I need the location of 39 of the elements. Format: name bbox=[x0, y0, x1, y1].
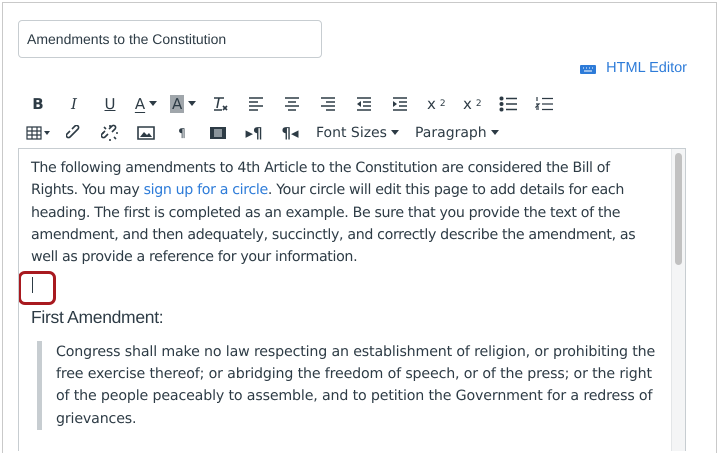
title-field[interactable]: Amendments to the Constitution bbox=[18, 20, 322, 58]
section-heading: First Amendment: bbox=[31, 306, 164, 329]
align-left-icon bbox=[248, 96, 264, 110]
table-icon bbox=[26, 126, 50, 140]
superscript-button[interactable]: x$^{2}$ bbox=[424, 92, 448, 116]
align-right-icon bbox=[320, 96, 336, 110]
sign-up-link[interactable]: sign up for a circle bbox=[144, 182, 268, 198]
text-color-button[interactable]: A bbox=[134, 92, 158, 116]
underline-button[interactable]: U bbox=[98, 92, 122, 116]
html-editor-link[interactable]: HTML Editor bbox=[606, 60, 687, 76]
bullet-list-icon bbox=[499, 96, 518, 112]
link-icon bbox=[66, 124, 82, 140]
text-cursor bbox=[32, 277, 33, 294]
italic-button[interactable]: I bbox=[62, 92, 86, 116]
film-icon bbox=[209, 126, 227, 140]
caret-icon bbox=[390, 130, 399, 135]
highlight-color-button[interactable]: A bbox=[170, 92, 196, 116]
right-to-left-button[interactable]: ¶◂ bbox=[278, 120, 302, 144]
image-icon bbox=[137, 126, 155, 140]
caret-icon bbox=[490, 130, 499, 135]
outdent-icon bbox=[356, 96, 372, 110]
caret-icon bbox=[188, 101, 196, 106]
align-center-icon bbox=[284, 96, 300, 110]
dropdown-button[interactable]: Font Sizes bbox=[316, 120, 399, 144]
color-letter: A bbox=[134, 94, 146, 112]
scrollbar-thumb[interactable] bbox=[675, 153, 682, 265]
quote-block: Congress shall make no law respecting an establishment of religion, or prohibiting the free exercise thereof; or abridging the freedom of speech, or of the press; or the right of the people peaceably to assemble, and to petition the Government for a redress of grievances. bbox=[37, 340, 659, 430]
clear-format-icon bbox=[212, 96, 228, 112]
dropdown-button[interactable]: Paragraph bbox=[414, 120, 499, 144]
color-letter: A bbox=[170, 94, 184, 112]
unlink-icon bbox=[101, 124, 119, 142]
keyboard-icon bbox=[580, 62, 596, 74]
indent-icon bbox=[392, 96, 408, 110]
caret-icon bbox=[149, 101, 158, 106]
bold-button[interactable]: B bbox=[26, 92, 50, 116]
numbered-list-icon bbox=[535, 96, 554, 112]
intro-paragraph: The following amendments to 4th Article to the Constitution are considered the Bill of Rights. You may sign up for a circle. Your circle will edit this page to add details for each heading. The first is completed as an example. Be sure that you provide the text of the amendment, and then adequately, succinctly, and correctly describe the amendment, as well as provide a reference for your information. bbox=[31, 159, 636, 268]
left-to-right-button[interactable]: ▸¶ bbox=[242, 120, 266, 144]
paragraph-mark-button[interactable]: ¶ bbox=[170, 120, 194, 144]
